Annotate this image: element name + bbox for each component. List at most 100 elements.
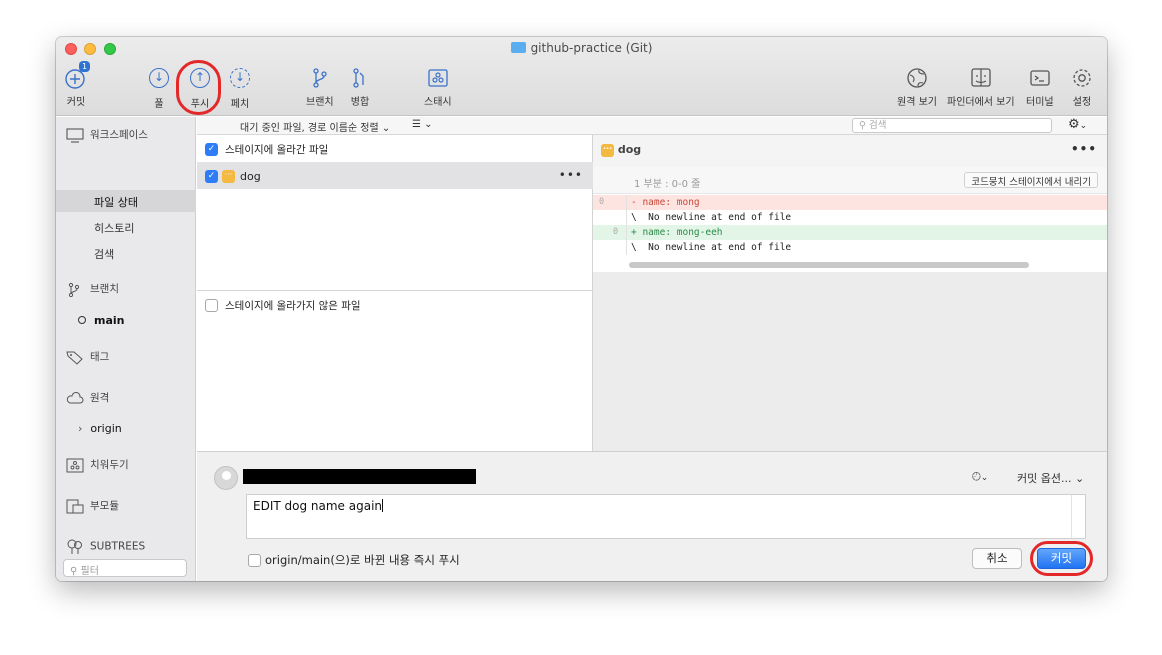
diff-line-text: - name: mong — [631, 197, 700, 208]
hunk-title: 1 부분 : 0-0 줄 — [634, 179, 701, 190]
file-actions-more-icon[interactable]: ••• — [559, 168, 583, 182]
search-icon: ⚲ — [859, 120, 869, 131]
remote-origin-label: origin — [90, 422, 122, 435]
toolbar-remote-view-button[interactable]: 원격 보기 — [897, 66, 937, 108]
unstaged-files-header-label: 스테이지에 올라가지 않은 파일 — [225, 300, 361, 312]
toolbar-fetch-button[interactable]: ↓ 페치 — [228, 66, 252, 110]
cloud-icon — [66, 391, 84, 406]
file-options-gear-icon[interactable]: ⚙⌄ — [1068, 117, 1087, 132]
sidebar-workspace-header[interactable]: 워크스페이스 — [66, 127, 148, 143]
gear-icon — [1070, 66, 1094, 90]
diff-pane: ··· dog ••• 1 부분 : 0-0 줄 코드뭉치 스테이지에서 내리기… — [593, 135, 1107, 451]
globe-icon — [905, 66, 929, 90]
chevron-down-icon: ⌄ — [424, 119, 433, 130]
diff-file-name: dog — [617, 143, 642, 156]
staged-select-all-checkbox[interactable]: ✓ — [205, 143, 218, 156]
staged-file-checkbox[interactable]: ✓ — [205, 169, 218, 183]
sidebar-stashes-header[interactable]: 치워두기 — [66, 457, 129, 473]
sidebar-remotes-header[interactable]: 원격 — [66, 390, 109, 406]
unstaged-select-all-checkbox[interactable] — [205, 299, 218, 312]
toolbar-remote-view-label: 원격 보기 — [897, 97, 937, 108]
toolbar-settings-button[interactable]: 설정 — [1070, 66, 1094, 108]
diff-line-text: \ No newline at end of file — [631, 212, 792, 223]
commit-icon: 1 — [64, 61, 90, 90]
file-search-input[interactable]: ⚲ 검색 — [852, 118, 1052, 133]
toolbar-pull-button[interactable]: ↓ 풀 — [147, 66, 171, 110]
toolbar-stash-button[interactable]: 스태시 — [424, 66, 452, 108]
redacted-author — [243, 469, 476, 484]
sidebar-filter-input[interactable]: ⚲ 필터 — [63, 559, 187, 577]
finder-icon — [969, 66, 993, 90]
window-title-text: github-practice (Git) — [530, 41, 653, 55]
sidebar-branches-header[interactable]: 브랜치 — [66, 281, 119, 297]
push-highlight-annotation — [176, 60, 221, 115]
merge-icon — [348, 66, 372, 90]
toolbar-fetch-label: 페치 — [230, 99, 250, 110]
sidebar-item-file-status[interactable]: 파일 상태 — [94, 194, 138, 210]
sidebar-item-remote-origin[interactable]: › origin — [78, 422, 122, 435]
toolbar-settings-label: 설정 — [1072, 97, 1092, 108]
diff-line-note: \ No newline at end of file — [593, 210, 1107, 225]
new-line-number: 0 — [613, 227, 619, 237]
avatar — [214, 466, 238, 490]
cancel-button[interactable]: 취소 — [972, 548, 1022, 569]
pull-icon: ↓ — [147, 68, 171, 92]
staged-files-header-label: 스테이지에 올라간 파일 — [225, 144, 329, 156]
view-mode-dropdown[interactable]: ☰ ⌄ — [412, 119, 433, 130]
diff-file-header: ··· dog ••• — [593, 135, 1107, 167]
sidebar-stashes-label: 치워두기 — [90, 459, 129, 471]
sidebar-subtrees-header[interactable]: SUBTREES — [66, 539, 145, 554]
toolbar-merge-label: 병합 — [350, 97, 370, 108]
toolbar-merge-button[interactable]: 병합 — [348, 66, 372, 108]
sidebar-subtrees-label: SUBTREES — [90, 540, 146, 553]
sidebar-tags-header[interactable]: 태그 — [66, 349, 109, 365]
monitor-icon — [66, 127, 84, 143]
toolbar-branch-label: 브랜치 — [306, 97, 334, 108]
fetch-icon: ↓ — [228, 68, 252, 92]
unstage-hunk-button[interactable]: 코드뭉치 스테이지에서 내리기 — [964, 172, 1098, 188]
sidebar-tags-label: 태그 — [90, 351, 110, 363]
modified-file-icon: ··· — [601, 143, 614, 157]
sidebar-item-search[interactable]: 검색 — [94, 246, 114, 262]
chevron-down-icon: ⌄ — [1074, 472, 1085, 485]
terminal-icon — [1028, 66, 1052, 90]
sidebar-submodules-header[interactable]: 부모듈 — [66, 498, 119, 514]
sort-dropdown-label: 대기 중인 파일, 경로 이름순 정렬 — [240, 123, 379, 134]
history-clock-icon[interactable]: 🕘︎⌄ — [972, 470, 988, 484]
sourcetree-window: github-practice (Git) 1 커밋 ↓ 풀 ↑ 푸시 ↓ 페치… — [56, 37, 1107, 581]
chevron-right-icon[interactable]: › — [78, 422, 82, 435]
commit-message-input[interactable]: EDIT dog name again — [246, 494, 1086, 539]
toolbar-pull-label: 풀 — [154, 99, 164, 110]
push-immediately-checkbox[interactable] — [248, 554, 261, 567]
push-immediately-option[interactable]: origin/main(으)로 바뀐 내용 즉시 푸시 — [248, 552, 460, 568]
toolbar-branch-button[interactable]: 브랜치 — [306, 66, 334, 108]
branch-main-label: main — [94, 314, 125, 327]
sort-dropdown[interactable]: 대기 중인 파일, 경로 이름순 정렬 ⌄ — [240, 119, 390, 134]
diff-content: 1 부분 : 0-0 줄 코드뭉치 스테이지에서 내리기 0 - name: mo… — [593, 167, 1107, 272]
chevron-down-icon: ⌄ — [381, 123, 391, 134]
branch-icon — [66, 282, 84, 297]
modified-file-icon: ··· — [222, 169, 235, 183]
file-search-placeholder: 검색 — [868, 120, 887, 131]
sidebar-item-history[interactable]: 히스토리 — [94, 220, 134, 236]
commit-message-scrollbar[interactable] — [1071, 495, 1085, 538]
staged-file-row[interactable]: ✓ ··· dog ••• — [197, 163, 593, 189]
diff-line-text: + name: mong-eeh — [631, 227, 723, 238]
toolbar-commit-button[interactable]: 1 커밋 — [64, 61, 90, 108]
diff-actions-more-icon[interactable]: ••• — [1071, 142, 1097, 156]
diff-line-added: 0 + name: mong-eeh — [593, 225, 1107, 240]
toolbar-terminal-button[interactable]: 터미널 — [1026, 66, 1054, 108]
commit-options-dropdown[interactable]: 커밋 옵션... ⌄ — [1017, 470, 1084, 486]
commit-highlight-annotation — [1030, 541, 1093, 576]
window-title: github-practice (Git) — [56, 41, 1107, 55]
sidebar-filter-placeholder: 필터 — [80, 566, 99, 577]
commit-options-label: 커밋 옵션... — [1017, 472, 1072, 485]
sidebar-item-branch-main[interactable]: main — [78, 314, 125, 327]
diff-hunk-header: 1 부분 : 0-0 줄 코드뭉치 스테이지에서 내리기 — [593, 167, 1107, 194]
sidebar-remotes-label: 원격 — [90, 392, 110, 404]
toolbar-finder-button[interactable]: 파인더에서 보기 — [947, 66, 1015, 108]
file-list-pane: ✓ 스테이지에 올라간 파일 ✓ ··· dog ••• 스테이지에 올라가지 않은 … — [197, 135, 593, 451]
diff-horizontal-scrollbar[interactable] — [629, 262, 1029, 268]
current-branch-icon — [78, 316, 86, 324]
unstaged-files-header: 스테이지에 올라가지 않은 파일 — [197, 290, 593, 316]
